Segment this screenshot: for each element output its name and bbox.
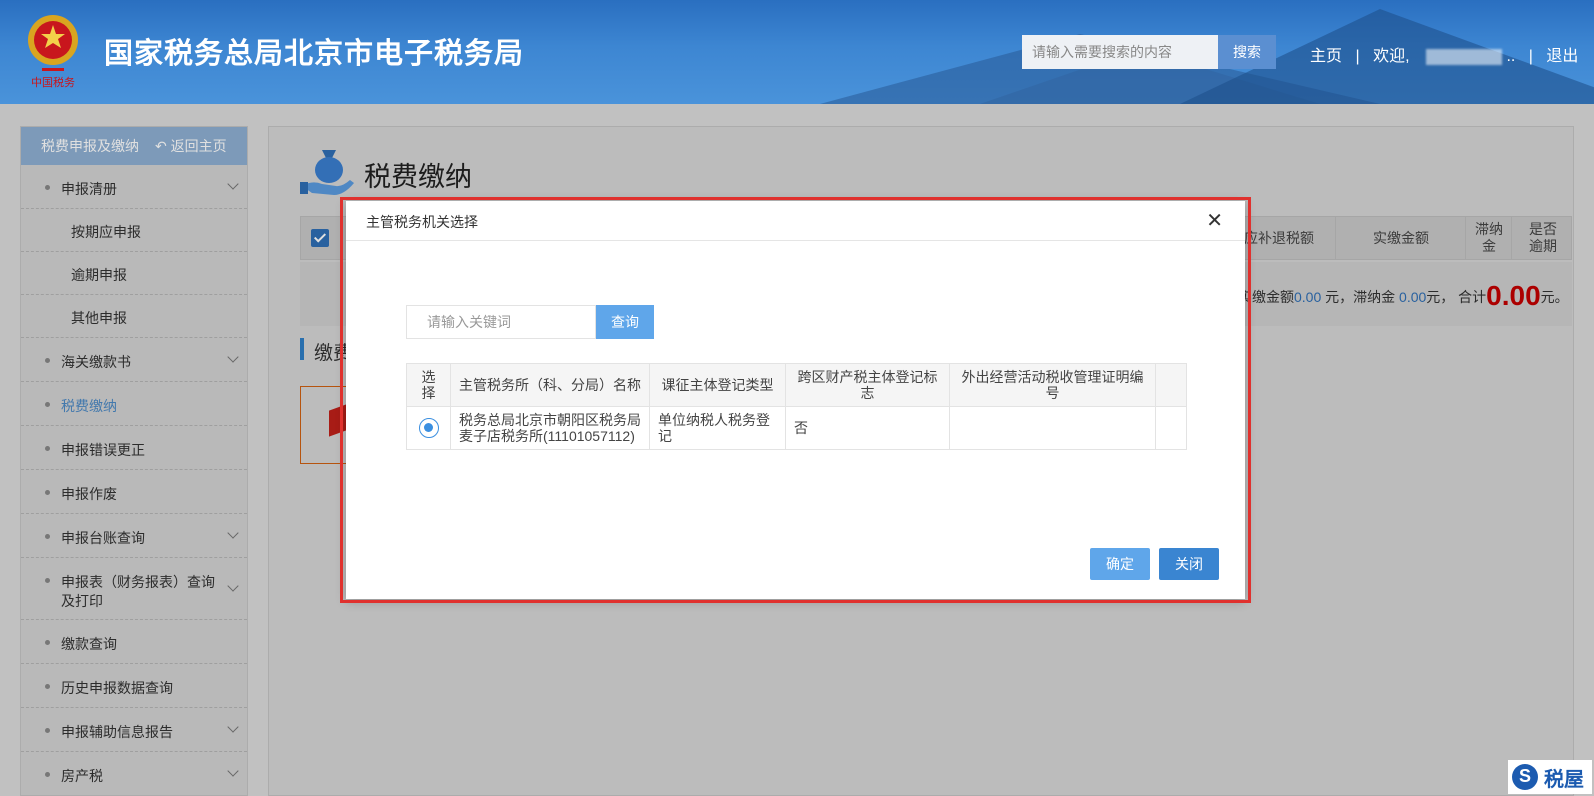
svg-text:中国税务: 中国税务: [31, 75, 75, 89]
username-ellipsis: ..: [1506, 48, 1516, 65]
welcome-text: 欢迎,: [1373, 48, 1410, 65]
site-header: 中国税务 国家税务总局北京市电子税务局 请输入需要搜索的内容 搜索 主页 | 欢…: [0, 0, 1594, 104]
redacted-username: [1425, 48, 1502, 65]
nav-separator: |: [1355, 48, 1360, 65]
search-button[interactable]: 搜索: [1218, 35, 1276, 69]
site-title: 国家税务总局北京市电子税务局: [104, 38, 525, 70]
top-nav: 主页 | 欢迎, .. | 退出: [1310, 42, 1578, 66]
highlight-frame: [340, 197, 1251, 603]
search-input[interactable]: 请输入需要搜索的内容: [1022, 35, 1218, 69]
logout-link[interactable]: 退出: [1546, 42, 1578, 66]
watermark: 税屋: [1508, 760, 1592, 794]
shuiwu-logo-icon: [1512, 764, 1538, 790]
tax-emblem-icon: 中国税务: [28, 15, 78, 89]
watermark-text: 税屋: [1544, 768, 1584, 791]
nav-home-link[interactable]: 主页: [1310, 42, 1342, 66]
nav-separator: |: [1528, 48, 1533, 65]
